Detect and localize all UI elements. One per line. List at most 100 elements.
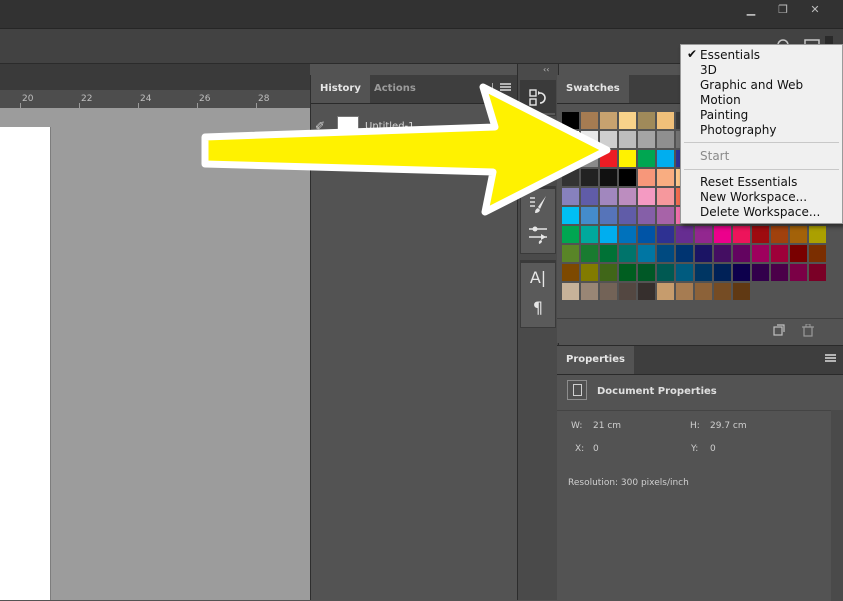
color-swatch[interactable] xyxy=(657,283,674,300)
color-swatch[interactable] xyxy=(733,245,750,262)
color-swatch[interactable] xyxy=(695,264,712,281)
close-button[interactable]: ✕ xyxy=(799,0,831,19)
restore-button[interactable]: ❐ xyxy=(767,0,799,19)
color-swatch[interactable] xyxy=(638,283,655,300)
paragraph-icon[interactable]: ¶ xyxy=(521,293,555,323)
color-swatch[interactable] xyxy=(600,264,617,281)
color-swatch[interactable] xyxy=(638,150,655,167)
color-swatch[interactable] xyxy=(733,283,750,300)
color-swatch[interactable] xyxy=(562,283,579,300)
color-swatch[interactable] xyxy=(695,283,712,300)
x-value[interactable]: 0 xyxy=(593,444,599,454)
color-swatch[interactable] xyxy=(638,264,655,281)
properties-scrollbar[interactable] xyxy=(831,410,843,601)
color-swatch[interactable] xyxy=(657,264,674,281)
color-swatch[interactable] xyxy=(619,169,636,186)
y-value[interactable]: 0 xyxy=(710,444,716,454)
panel-menu-icon[interactable] xyxy=(825,354,836,362)
color-swatch[interactable] xyxy=(581,245,598,262)
brush-settings-icon[interactable] xyxy=(521,219,555,249)
color-swatch[interactable] xyxy=(714,226,731,243)
color-swatch[interactable] xyxy=(619,112,636,129)
color-swatch[interactable] xyxy=(771,245,788,262)
color-swatch[interactable] xyxy=(657,245,674,262)
color-swatch[interactable] xyxy=(752,245,769,262)
color-swatch[interactable] xyxy=(657,207,674,224)
color-swatch[interactable] xyxy=(657,131,674,148)
color-swatch[interactable] xyxy=(638,169,655,186)
color-swatch[interactable] xyxy=(581,283,598,300)
color-swatch[interactable] xyxy=(562,264,579,281)
color-swatch[interactable] xyxy=(619,245,636,262)
color-swatch[interactable] xyxy=(619,131,636,148)
color-swatch[interactable] xyxy=(771,264,788,281)
menu-item-essentials[interactable]: Essentials xyxy=(700,48,760,62)
color-swatch[interactable] xyxy=(657,112,674,129)
color-swatch[interactable] xyxy=(638,226,655,243)
menu-item-photography[interactable]: Photography xyxy=(700,123,776,137)
color-swatch[interactable] xyxy=(790,283,807,300)
color-swatch[interactable] xyxy=(657,188,674,205)
color-swatch[interactable] xyxy=(676,226,693,243)
tab-properties[interactable]: Properties xyxy=(557,346,634,374)
color-swatch[interactable] xyxy=(752,264,769,281)
color-swatch[interactable] xyxy=(619,264,636,281)
color-swatch[interactable] xyxy=(581,264,598,281)
color-swatch[interactable] xyxy=(638,131,655,148)
new-swatch-icon[interactable] xyxy=(773,324,785,339)
character-icon[interactable]: A| xyxy=(521,263,555,293)
color-swatch[interactable] xyxy=(790,226,807,243)
color-swatch[interactable] xyxy=(676,264,693,281)
color-swatch[interactable] xyxy=(809,283,826,300)
menu-item-delete-workspace[interactable]: Delete Workspace... xyxy=(700,205,820,219)
color-swatch[interactable] xyxy=(695,226,712,243)
color-swatch[interactable] xyxy=(581,226,598,243)
color-swatch[interactable] xyxy=(638,245,655,262)
menu-item-new-workspace[interactable]: New Workspace... xyxy=(700,190,807,204)
color-swatch[interactable] xyxy=(600,283,617,300)
color-swatch[interactable] xyxy=(657,150,674,167)
trash-icon[interactable] xyxy=(802,323,814,340)
document-canvas[interactable] xyxy=(0,127,50,600)
color-swatch[interactable] xyxy=(752,283,769,300)
color-swatch[interactable] xyxy=(619,207,636,224)
color-swatch[interactable] xyxy=(676,283,693,300)
color-swatch[interactable] xyxy=(600,226,617,243)
color-swatch[interactable] xyxy=(695,245,712,262)
color-swatch[interactable] xyxy=(771,226,788,243)
menu-item-graphic-and-web[interactable]: Graphic and Web xyxy=(700,78,803,92)
color-swatch[interactable] xyxy=(619,226,636,243)
height-value[interactable]: 29.7 cm xyxy=(710,421,747,431)
color-swatch[interactable] xyxy=(714,264,731,281)
color-swatch[interactable] xyxy=(619,283,636,300)
color-swatch[interactable] xyxy=(714,283,731,300)
menu-item-motion[interactable]: Motion xyxy=(700,93,741,107)
color-swatch[interactable] xyxy=(790,245,807,262)
menu-item-painting[interactable]: Painting xyxy=(700,108,748,122)
collapse-panels-icon[interactable]: ‹‹ xyxy=(543,65,549,74)
color-swatch[interactable] xyxy=(619,188,636,205)
color-swatch[interactable] xyxy=(752,226,769,243)
color-swatch[interactable] xyxy=(809,226,826,243)
color-swatch[interactable] xyxy=(733,226,750,243)
color-swatch[interactable] xyxy=(714,245,731,262)
color-swatch[interactable] xyxy=(657,226,674,243)
color-swatch[interactable] xyxy=(638,188,655,205)
color-swatch[interactable] xyxy=(657,169,674,186)
color-swatch[interactable] xyxy=(638,207,655,224)
color-swatch[interactable] xyxy=(809,245,826,262)
color-swatch[interactable] xyxy=(562,226,579,243)
color-swatch[interactable] xyxy=(619,150,636,167)
color-swatch[interactable] xyxy=(600,245,617,262)
color-swatch[interactable] xyxy=(809,264,826,281)
color-swatch[interactable] xyxy=(790,264,807,281)
width-value[interactable]: 21 cm xyxy=(593,421,621,431)
color-swatch[interactable] xyxy=(638,112,655,129)
minimize-button[interactable]: ▁ xyxy=(735,0,767,19)
menu-item-reset-essentials[interactable]: Reset Essentials xyxy=(700,175,797,189)
color-swatch[interactable] xyxy=(676,245,693,262)
color-swatch[interactable] xyxy=(771,283,788,300)
color-swatch[interactable] xyxy=(733,264,750,281)
menu-item-3d[interactable]: 3D xyxy=(700,63,717,77)
color-swatch[interactable] xyxy=(562,245,579,262)
